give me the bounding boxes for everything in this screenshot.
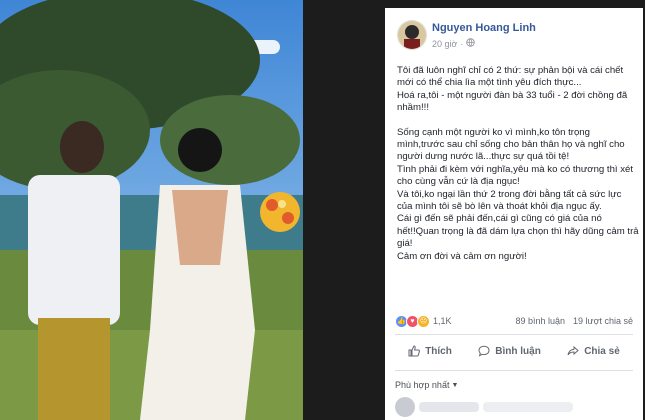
blurred-commenter-name — [419, 402, 479, 412]
author-avatar[interactable] — [397, 20, 427, 50]
post-meta: 20 giờ · — [432, 38, 476, 49]
post-body: Tôi đã luôn nghĩ chỉ có 2 thứ: sự phản b… — [397, 65, 639, 263]
divider — [395, 334, 633, 335]
like-label: Thích — [425, 345, 452, 357]
reaction-count[interactable]: 1,1K — [433, 316, 452, 326]
author-name[interactable]: Nguyen Hoang Linh — [432, 22, 536, 34]
action-bar: Thích Bình luận Chia sẻ — [395, 338, 633, 364]
meta-separator: · — [460, 38, 464, 49]
thumbs-up-icon — [408, 345, 421, 357]
post-photo[interactable] — [0, 0, 303, 420]
share-icon — [567, 345, 579, 356]
post-photo-panel — [0, 0, 303, 420]
comment-count[interactable]: 89 bình luận — [515, 316, 565, 326]
like-button[interactable]: Thích — [408, 345, 452, 357]
post-time[interactable]: 20 giờ — [432, 39, 457, 49]
share-count[interactable]: 19 lượt chia sẻ — [573, 316, 633, 326]
comment-icon — [478, 345, 490, 357]
globe-icon — [466, 38, 476, 49]
post-paragraph-2: Sống cạnh một người ko vì mình,ko tôn tr… — [397, 126, 639, 262]
caret-down-icon: ▼ — [451, 381, 459, 389]
share-button[interactable]: Chia sẻ — [567, 345, 620, 357]
blurred-comment-text — [483, 402, 573, 412]
comment-label: Bình luận — [495, 345, 541, 357]
divider — [395, 370, 633, 371]
post-card: Nguyen Hoang Linh 20 giờ · Tôi đã luôn n… — [385, 8, 643, 420]
sad-reaction-icon: ☹ — [417, 315, 430, 328]
comment-preview — [395, 396, 633, 418]
post-paragraph-1: Tôi đã luôn nghĩ chỉ có 2 thứ: sự phản b… — [397, 65, 628, 114]
reaction-icons[interactable]: 👍 ♥ ☹ — [395, 315, 430, 328]
sort-label: Phù hợp nhất — [395, 380, 450, 390]
commenter-avatar[interactable] — [395, 397, 415, 417]
share-label: Chia sẻ — [584, 345, 620, 357]
reaction-bar: 👍 ♥ ☹ 1,1K 89 bình luận 19 lượt chia sẻ — [395, 313, 633, 329]
post-header: Nguyen Hoang Linh 20 giờ · — [385, 8, 643, 58]
comment-sort-dropdown[interactable]: Phù hợp nhất ▼ — [395, 380, 458, 390]
comment-button[interactable]: Bình luận — [478, 345, 541, 357]
